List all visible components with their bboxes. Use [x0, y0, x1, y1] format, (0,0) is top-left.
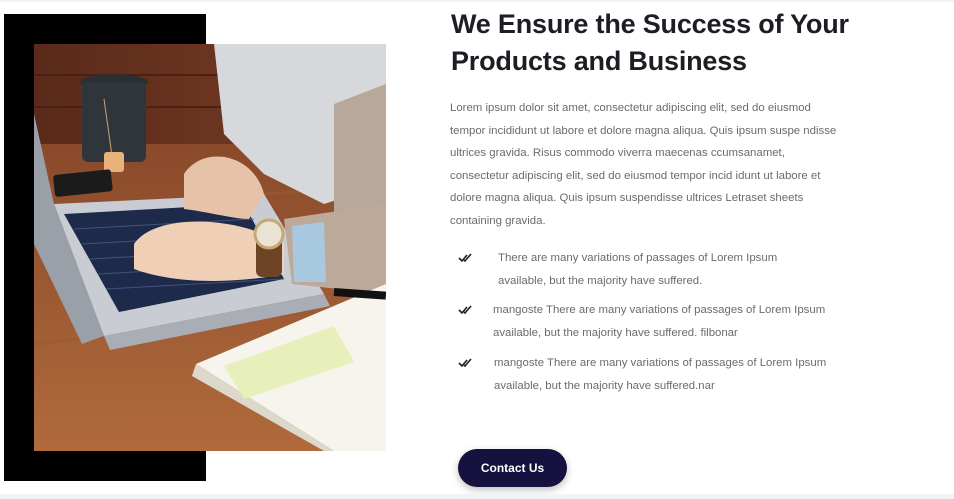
feature-item: There are many variations of passages of…	[498, 247, 828, 292]
double-check-icon	[458, 305, 472, 315]
feature-text: mangoste There are many variations of pa…	[493, 304, 826, 339]
feature-text: There are many variations of passages of…	[498, 252, 778, 287]
feature-item: mangoste There are many variations of pa…	[494, 352, 839, 397]
double-check-icon	[458, 358, 472, 368]
contact-us-button[interactable]: Contact Us	[458, 449, 567, 487]
top-divider	[0, 0, 954, 2]
section-title: We Ensure the Success of Your Products a…	[451, 9, 849, 76]
double-check-icon	[458, 253, 472, 263]
bottom-divider	[0, 494, 954, 499]
feature-text: mangoste There are many variations of pa…	[494, 357, 827, 392]
section-description: Lorem ipsum dolor sit amet, consectetur …	[450, 102, 837, 227]
feature-item: mangoste There are many variations of pa…	[493, 299, 838, 344]
hero-photo-laptop	[34, 44, 386, 451]
